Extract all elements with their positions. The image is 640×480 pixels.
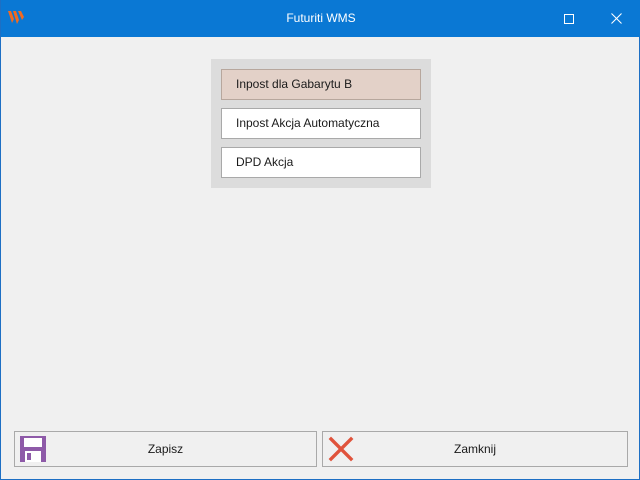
choice-inpost-gabaryt-b[interactable]: Inpost dla Gabarytu B [221,69,421,100]
title-bar[interactable]: Futuriti WMS [1,0,640,37]
window-title: Futuriti WMS [286,11,356,25]
maximize-button[interactable] [546,0,592,37]
app-window: Futuriti WMS Inpost dla Gabarytu B Inpos… [0,0,640,480]
close-icon [610,13,622,24]
save-button-label: Zapisz [147,442,184,456]
save-button[interactable]: Zapisz [14,431,317,467]
close-button[interactable]: Zamknij [322,431,628,467]
choice-inpost-akcja-automatyczna[interactable]: Inpost Akcja Automatyczna [221,108,421,139]
maximize-icon [564,13,574,24]
action-choice-panel: Inpost dla Gabarytu B Inpost Akcja Autom… [211,59,431,188]
close-window-button[interactable] [593,0,639,37]
choice-dpd-akcja[interactable]: DPD Akcja [221,147,421,178]
close-button-label: Zamknij [453,442,496,456]
